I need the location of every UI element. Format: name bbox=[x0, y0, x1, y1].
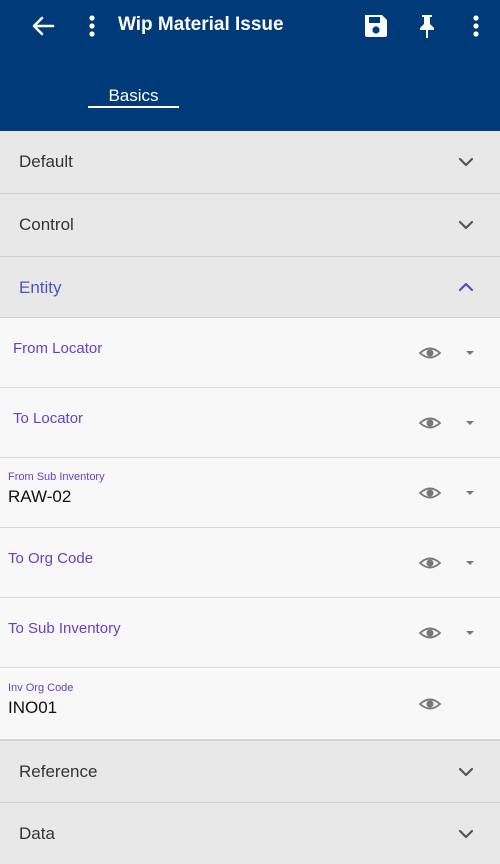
field-label: From Locator bbox=[13, 340, 103, 357]
eye-icon[interactable] bbox=[419, 482, 441, 504]
field-label: From Sub Inventory bbox=[8, 471, 105, 483]
field-value[interactable]: RAW-02 bbox=[8, 486, 71, 508]
dropdown-caret-icon[interactable] bbox=[465, 629, 475, 637]
to-locator-field[interactable]: To Locator bbox=[0, 388, 500, 458]
pin-icon[interactable] bbox=[412, 0, 442, 52]
tab-basics[interactable]: Basics bbox=[88, 85, 179, 107]
section-entity[interactable]: Entity bbox=[0, 257, 500, 318]
chevron-down-icon bbox=[458, 829, 474, 839]
section-control[interactable]: Control bbox=[0, 194, 500, 257]
eye-icon[interactable] bbox=[419, 412, 441, 434]
field-label: To Locator bbox=[13, 410, 84, 427]
chevron-down-icon bbox=[458, 767, 474, 777]
section-control-label: Control bbox=[19, 215, 74, 234]
section-entity-label: Entity bbox=[19, 278, 62, 297]
dropdown-caret-icon[interactable] bbox=[465, 489, 475, 497]
inv-org-code-field[interactable]: Inv Org Code INO01 bbox=[0, 669, 500, 740]
section-reference[interactable]: Reference bbox=[0, 740, 500, 803]
field-label: To Sub Inventory bbox=[8, 620, 121, 637]
to-org-code-field[interactable]: To Org Code bbox=[0, 528, 500, 598]
chevron-up-icon bbox=[458, 282, 474, 292]
active-tab-indicator bbox=[88, 106, 179, 108]
dropdown-caret-icon[interactable] bbox=[465, 559, 475, 567]
chevron-down-icon bbox=[458, 157, 474, 167]
section-data-label: Data bbox=[19, 824, 55, 843]
tab-bar: Basics bbox=[0, 60, 500, 131]
section-default-label: Default bbox=[19, 152, 73, 171]
back-arrow-icon[interactable] bbox=[28, 0, 58, 52]
eye-icon[interactable] bbox=[419, 342, 441, 364]
eye-icon[interactable] bbox=[419, 622, 441, 644]
chevron-down-icon bbox=[458, 220, 474, 230]
section-data[interactable]: Data bbox=[0, 803, 500, 864]
field-value[interactable]: INO01 bbox=[8, 697, 57, 719]
more-vert-icon[interactable] bbox=[80, 0, 104, 52]
field-label: Inv Org Code bbox=[8, 682, 74, 694]
dropdown-caret-icon[interactable] bbox=[465, 419, 475, 427]
from-sub-inventory-field[interactable]: From Sub Inventory RAW-02 bbox=[0, 458, 500, 528]
dropdown-caret-icon[interactable] bbox=[465, 349, 475, 357]
more-vert-icon[interactable] bbox=[465, 0, 487, 52]
from-locator-field[interactable]: From Locator bbox=[0, 318, 500, 388]
section-default[interactable]: Default bbox=[0, 131, 500, 194]
to-sub-inventory-field[interactable]: To Sub Inventory bbox=[0, 598, 500, 668]
page-title: Wip Material Issue bbox=[118, 14, 284, 35]
field-label: To Org Code bbox=[8, 550, 94, 567]
eye-icon[interactable] bbox=[419, 552, 441, 574]
eye-icon[interactable] bbox=[419, 693, 441, 715]
section-reference-label: Reference bbox=[19, 762, 98, 781]
save-icon[interactable] bbox=[360, 0, 392, 52]
app-bar: Wip Material Issue bbox=[0, 0, 500, 60]
